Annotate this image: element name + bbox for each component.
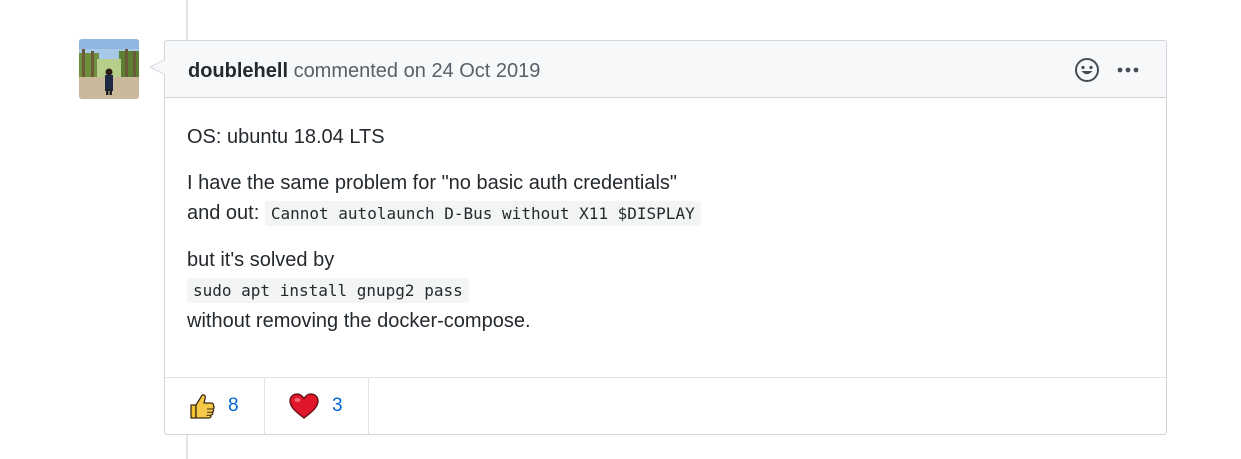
solution-paragraph: but it's solved by sudo apt install gnup… [187, 245, 1144, 336]
reaction-heart-button[interactable]: 3 [265, 378, 369, 434]
avatar[interactable] [79, 39, 139, 99]
reactions-bar: 8 3 [165, 377, 1166, 434]
smiley-icon [1075, 58, 1099, 82]
os-line: OS: ubuntu 18.04 LTS [187, 126, 385, 148]
reaction-thumbs-up-button[interactable]: 8 [165, 378, 265, 434]
avatar-image [79, 39, 139, 99]
problem-line: I have the same problem for "no basic au… [187, 172, 678, 194]
output-prefix: and out: [187, 202, 260, 224]
date-prefix: on [403, 60, 426, 82]
thumbs-up-icon [190, 394, 215, 419]
comment-options-button[interactable] [1116, 57, 1140, 83]
heart-count: 3 [332, 395, 343, 416]
solution-note: without removing the docker-compose. [187, 310, 531, 332]
header-actions [1074, 57, 1140, 83]
author-link[interactable]: doublehell [188, 60, 288, 82]
comment-body: OS: ubuntu 18.04 LTS I have the same pro… [165, 98, 1166, 336]
kebab-menu-icon [1117, 67, 1139, 73]
heart-icon [289, 393, 319, 419]
comment-box: doublehell commented on 24 Oct 2019 OS: … [149, 40, 1167, 435]
comment-action: commented [293, 60, 399, 82]
add-reaction-button[interactable] [1074, 57, 1100, 83]
solution-line: but it's solved by [187, 249, 335, 271]
comment-header: doublehell commented on 24 Oct 2019 [165, 41, 1166, 98]
problem-paragraph: I have the same problem for "no basic au… [187, 168, 1144, 229]
install-code-snippet: sudo apt install gnupg2 pass [187, 278, 469, 303]
comment-date: 24 Oct 2019 [431, 60, 541, 82]
thumbs-up-count: 8 [228, 395, 239, 416]
comment-timestamp-link[interactable]: on 24 Oct 2019 [404, 60, 541, 82]
comment-header-text: doublehell commented on 24 Oct 2019 [188, 59, 540, 83]
error-code-snippet: Cannot autolaunch D-Bus without X11 $DIS… [264, 201, 701, 226]
